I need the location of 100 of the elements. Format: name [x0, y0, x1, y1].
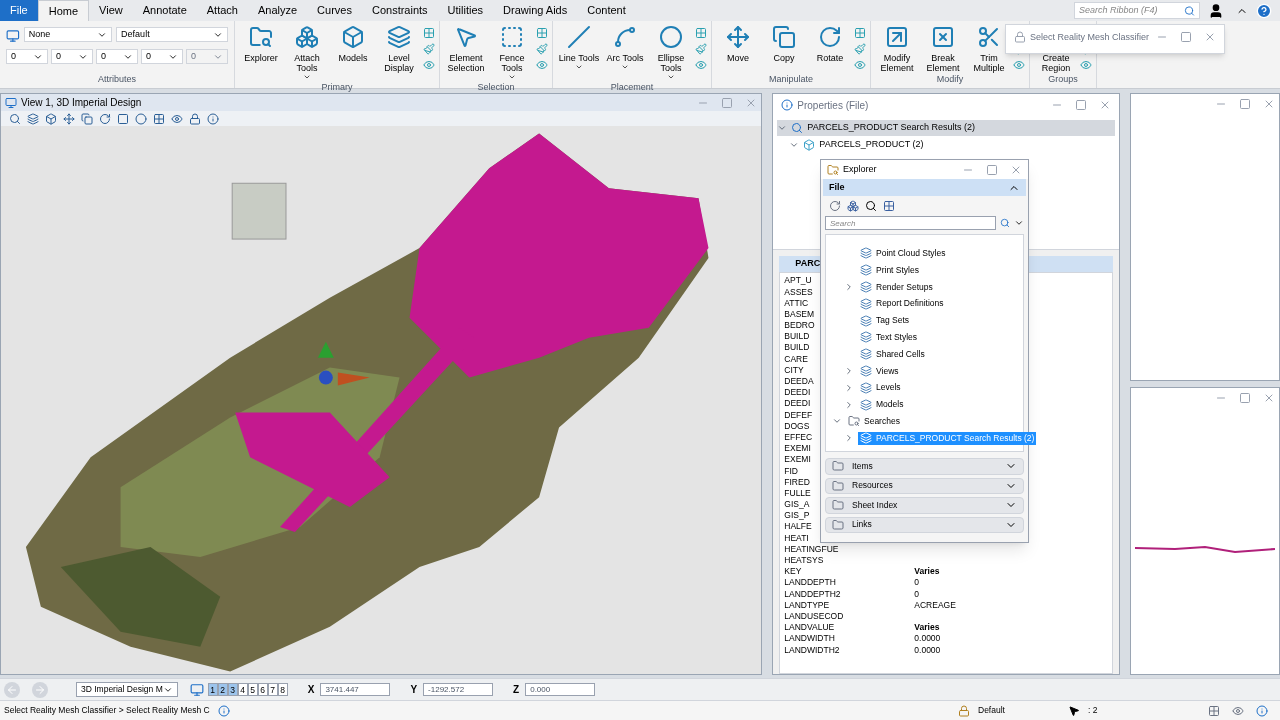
close-button[interactable]	[1263, 392, 1275, 404]
search-icon[interactable]	[1000, 218, 1010, 228]
brush-icon[interactable]	[854, 43, 866, 55]
ribbon-button[interactable]: Arc Tools	[603, 25, 647, 81]
eye-icon[interactable]	[1080, 59, 1092, 71]
view-toggle[interactable]: 4	[237, 683, 248, 696]
search-field[interactable]: Search	[825, 216, 996, 230]
maximize-button[interactable]	[1239, 98, 1251, 110]
view-tool-icon[interactable]	[63, 112, 75, 125]
view-tool-icon[interactable]	[153, 112, 165, 125]
ribbon-button[interactable]: Element Selection	[444, 25, 488, 81]
ribbon-tab[interactable]: Drawing Aids	[493, 0, 578, 21]
info-icon[interactable]	[217, 704, 230, 717]
ribbon-tab[interactable]: Analyze	[247, 0, 308, 21]
tree-item[interactable]: Searches	[846, 415, 902, 428]
view-tool-icon[interactable]	[27, 112, 39, 125]
view-window[interactable]	[1130, 387, 1280, 675]
ribbon-button[interactable]: Trim Multiple	[967, 25, 1011, 73]
user-icon[interactable]	[1208, 2, 1224, 19]
info-icon[interactable]	[1256, 704, 1268, 717]
tree-item[interactable]: PARCELS_PRODUCT (2)	[777, 136, 1115, 153]
view-toggle[interactable]: 6	[257, 683, 268, 696]
close-button[interactable]	[1099, 99, 1111, 111]
ribbon-button[interactable]: Explorer	[239, 25, 283, 81]
lock-icon[interactable]	[958, 704, 970, 717]
ribbon-button[interactable]: Fence Tools	[490, 25, 534, 81]
maximize-button[interactable]	[1075, 99, 1087, 111]
model-dropdown[interactable]: 3D Imperial Design M	[76, 682, 178, 697]
level-dropdown[interactable]: None	[23, 27, 113, 42]
view-toggle[interactable]: 2	[217, 683, 228, 696]
eye-icon[interactable]	[854, 59, 866, 71]
section-header[interactable]: Sheet Index	[825, 497, 1024, 514]
view-tool-icon[interactable]	[117, 112, 129, 125]
tree-item[interactable]: Tag Sets	[858, 314, 912, 327]
tree-item[interactable]: Print Styles	[858, 263, 921, 277]
view-tool-icon[interactable]	[171, 112, 183, 125]
ribbon-button[interactable]: Break Element	[921, 25, 965, 73]
view-toggle[interactable]: 7	[267, 683, 278, 696]
tree-item[interactable]: PARCELS_PRODUCT Search Results (2)	[777, 120, 1115, 136]
coordinate-field[interactable]: 3741.447	[320, 683, 391, 696]
grid-icon[interactable]	[883, 200, 895, 212]
maximize-button[interactable]	[1180, 31, 1192, 43]
tree-item[interactable]: Report Definitions	[858, 297, 946, 311]
view-toggle[interactable]: 1	[207, 683, 218, 696]
ribbon-button[interactable]: Ellipse Tools	[649, 25, 693, 81]
view-tool-icon[interactable]	[207, 112, 219, 125]
tree-item[interactable]: Point Cloud Styles	[858, 247, 948, 260]
file-section-header[interactable]: File	[823, 179, 1026, 196]
ribbon-button[interactable]: Move	[716, 25, 760, 73]
brush-icon[interactable]	[695, 43, 707, 55]
attribute-dropdown[interactable]: 0	[51, 49, 93, 64]
view-tool-icon[interactable]	[9, 112, 21, 125]
coordinate-field[interactable]: -1292.572	[423, 683, 494, 696]
view-tool-icon[interactable]	[81, 112, 93, 125]
ribbon-tab[interactable]: Curves	[307, 0, 362, 21]
zoom-icon[interactable]	[865, 200, 877, 212]
ribbon-tab[interactable]: Content	[577, 0, 636, 21]
ribbon-tab[interactable]: Annotate	[132, 0, 197, 21]
ribbon-button[interactable]: Models	[331, 25, 375, 81]
section-header[interactable]: Items	[825, 458, 1024, 475]
help-icon[interactable]	[1256, 2, 1272, 19]
view-toggle[interactable]: 5	[247, 683, 258, 696]
ribbon-tab[interactable]: File	[0, 0, 38, 21]
tree-item[interactable]: Views	[858, 364, 901, 378]
view-tool-icon[interactable]	[99, 112, 111, 125]
view-toggle[interactable]: 3	[227, 683, 238, 696]
ribbon-button[interactable]: Attach Tools	[285, 25, 329, 81]
ribbon-button[interactable]: Modify Element	[875, 25, 919, 73]
eye-icon[interactable]	[1013, 59, 1025, 71]
boxes-icon[interactable]	[847, 200, 859, 212]
brush-icon[interactable]	[536, 43, 548, 55]
section-header[interactable]: PARC	[795, 257, 821, 271]
view-tool-icon[interactable]	[135, 112, 147, 125]
ribbon-button[interactable]: Copy	[762, 25, 806, 73]
attribute-dropdown[interactable]: 0	[141, 49, 183, 64]
maximize-button[interactable]	[721, 96, 734, 109]
maximize-button[interactable]	[1239, 392, 1251, 404]
options-icon[interactable]	[1014, 218, 1024, 228]
ribbon-tab[interactable]: Attach	[196, 0, 248, 21]
grid-icon[interactable]	[695, 27, 707, 39]
search-field[interactable]: Search Ribbon (F4)	[1074, 2, 1200, 19]
tree-item[interactable]: Text Styles	[858, 331, 920, 344]
brush-icon[interactable]	[423, 43, 435, 55]
ribbon-button[interactable]: Level Display	[377, 25, 421, 81]
eye-icon[interactable]	[695, 59, 707, 71]
grid-icon[interactable]	[1208, 704, 1220, 717]
eye-icon[interactable]	[536, 59, 548, 71]
grid-icon[interactable]	[536, 27, 548, 39]
ribbon-tab[interactable]: Constraints	[361, 0, 438, 21]
style-dropdown[interactable]: Default	[116, 27, 228, 42]
ribbon-button[interactable]: Rotate	[808, 25, 852, 73]
close-button[interactable]	[1204, 31, 1216, 43]
tree-item[interactable]: Render Setups	[858, 280, 935, 294]
view-toggle[interactable]: 8	[277, 683, 288, 696]
close-button[interactable]	[1263, 98, 1275, 110]
section-header[interactable]: Links	[825, 516, 1024, 533]
eye-icon[interactable]	[1232, 704, 1244, 717]
section-header[interactable]: Resources	[825, 477, 1024, 494]
ribbon-button[interactable]: Line Tools	[557, 25, 601, 81]
eye-icon[interactable]	[423, 59, 435, 71]
